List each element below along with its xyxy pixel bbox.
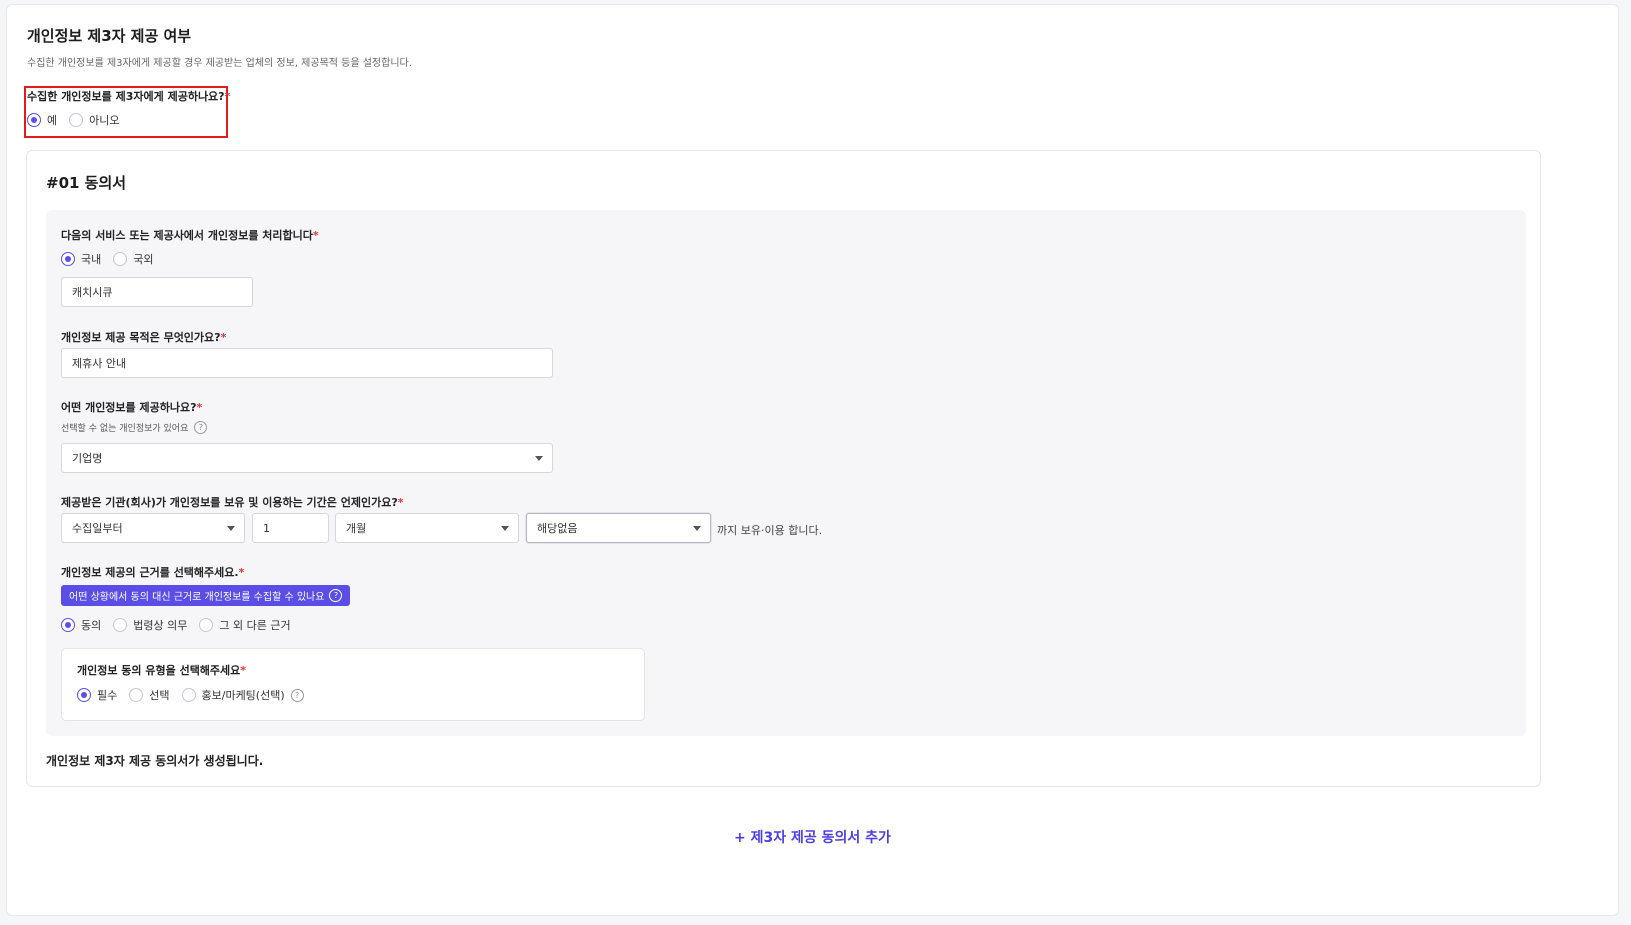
processor-name-input[interactable]: 캐치시큐: [61, 277, 253, 307]
provide-radio-group: 예 아니오: [27, 112, 132, 128]
radio-yes[interactable]: [27, 113, 41, 127]
consent-form-panel: 다음의 서비스 또는 제공사에서 개인정보를 처리합니다* 국내 국외 캐치시큐…: [46, 210, 1526, 736]
purpose-input[interactable]: 제휴사 안내: [61, 348, 553, 378]
consent-card: #01 동의서 다음의 서비스 또는 제공사에서 개인정보를 처리합니다* 국내…: [26, 150, 1541, 787]
radio-domestic[interactable]: [61, 252, 75, 266]
consent-type-label-text: 개인정보 동의 유형을 선택해주세요: [77, 664, 241, 677]
processor-radio-group: 국내 국외: [61, 251, 166, 267]
add-consent-button[interactable]: + 제3자 제공 동의서 추가: [7, 827, 1618, 847]
radio-domestic-label[interactable]: 국내: [81, 251, 101, 267]
radio-yes-label[interactable]: 예: [47, 112, 57, 128]
required-mark: *: [238, 566, 245, 579]
provide-question-label: 수집한 개인정보를 제3자에게 제공하나요?*: [27, 88, 230, 104]
required-mark: *: [240, 664, 247, 677]
provide-question-text: 수집한 개인정보를 제3자에게 제공하나요?: [27, 90, 225, 103]
items-select[interactable]: 기업명: [61, 443, 553, 473]
radio-overseas[interactable]: [113, 252, 128, 266]
radio-legal-obligation-label[interactable]: 법령상 의무: [133, 617, 187, 633]
retention-unit-select[interactable]: 개월: [335, 513, 519, 543]
chevron-down-icon: [535, 456, 543, 461]
required-mark: *: [196, 401, 203, 414]
consent-card-title: #01 동의서: [46, 174, 127, 192]
radio-required[interactable]: [77, 688, 91, 702]
retention-label-text: 제공받은 기관(회사)가 개인정보를 보유 및 이용하는 기간은 언제인가요?: [61, 496, 398, 509]
retention-suffix: 까지 보유·이용 합니다.: [717, 524, 823, 537]
radio-legal-obligation[interactable]: [113, 618, 128, 632]
radio-consent-label[interactable]: 동의: [81, 617, 101, 633]
items-hint-text: 선택할 수 없는 개인정보가 있어요: [61, 424, 189, 434]
radio-marketing[interactable]: [181, 688, 196, 702]
radio-consent[interactable]: [61, 618, 75, 632]
radio-no-label[interactable]: 아니오: [89, 112, 119, 128]
retention-exception-value: 해당없음: [537, 522, 578, 535]
consent-type-label: 개인정보 동의 유형을 선택해주세요*: [77, 662, 246, 678]
question-circle-icon[interactable]: ?: [194, 421, 208, 434]
radio-other-basis[interactable]: [199, 618, 214, 632]
retention-unit-value: 개월: [346, 522, 367, 535]
question-circle-icon[interactable]: ?: [290, 688, 304, 702]
radio-overseas-label[interactable]: 국외: [133, 251, 153, 267]
required-mark: *: [312, 229, 319, 242]
radio-optional-label[interactable]: 선택: [149, 687, 169, 703]
retention-start-value: 수집일부터: [72, 522, 123, 535]
basis-label: 개인정보 제공의 근거를 선택해주세요.*: [61, 564, 244, 580]
retention-start-select[interactable]: 수집일부터: [61, 513, 245, 543]
chevron-down-icon: [693, 526, 701, 531]
consent-type-radio-group: 필수 선택 홍보/마케팅(선택) ?: [77, 687, 304, 703]
required-mark: *: [397, 496, 404, 509]
retention-amount-input[interactable]: 1: [252, 513, 329, 543]
items-hint: 선택할 수 없는 개인정보가 있어요 ?: [61, 421, 208, 434]
basis-radio-group: 동의 법령상 의무 그 외 다른 근거: [61, 617, 303, 633]
section-title: 개인정보 제3자 제공 여부: [27, 27, 192, 45]
required-mark: *: [220, 331, 227, 344]
section-description: 수집한 개인정보를 제3자에게 제공할 경우 제공받는 업체의 정보, 제공목적…: [27, 58, 412, 69]
chevron-down-icon: [501, 526, 509, 531]
chevron-down-icon: [227, 526, 235, 531]
page-container: 개인정보 제3자 제공 여부 수집한 개인정보를 제3자에게 제공할 경우 제공…: [6, 4, 1619, 916]
radio-marketing-label[interactable]: 홍보/마케팅(선택): [202, 687, 285, 703]
radio-optional[interactable]: [129, 688, 144, 702]
question-circle-icon: ?: [329, 589, 343, 602]
purpose-label: 개인정보 제공 목적은 무엇인가요?*: [61, 329, 226, 345]
processor-label: 다음의 서비스 또는 제공사에서 개인정보를 처리합니다*: [61, 227, 319, 243]
radio-required-label[interactable]: 필수: [97, 687, 117, 703]
basis-label-text: 개인정보 제공의 근거를 선택해주세요.: [61, 566, 239, 579]
purpose-label-text: 개인정보 제공 목적은 무엇인가요?: [61, 331, 221, 344]
basis-help-button[interactable]: 어떤 상황에서 동의 대신 근거로 개인정보를 수집할 수 있나요 ?: [61, 585, 351, 606]
consent-footer-note: 개인정보 제3자 제공 동의서가 생성됩니다.: [46, 754, 264, 768]
processor-label-text: 다음의 서비스 또는 제공사에서 개인정보를 처리합니다: [61, 229, 313, 242]
retention-label: 제공받은 기관(회사)가 개인정보를 보유 및 이용하는 기간은 언제인가요?*: [61, 494, 404, 510]
radio-other-basis-label[interactable]: 그 외 다른 근거: [219, 617, 290, 633]
required-mark: *: [224, 90, 231, 103]
consent-type-card: 개인정보 동의 유형을 선택해주세요* 필수 선택 홍보/마케팅(선택) ?: [61, 648, 645, 721]
retention-exception-select[interactable]: 해당없음: [526, 513, 711, 543]
radio-no[interactable]: [69, 113, 84, 127]
basis-help-button-label: 어떤 상황에서 동의 대신 근거로 개인정보를 수집할 수 있나요: [69, 592, 325, 603]
items-label-text: 어떤 개인정보를 제공하나요?: [61, 401, 197, 414]
items-select-value: 기업명: [72, 452, 103, 465]
items-label: 어떤 개인정보를 제공하나요?*: [61, 399, 202, 415]
